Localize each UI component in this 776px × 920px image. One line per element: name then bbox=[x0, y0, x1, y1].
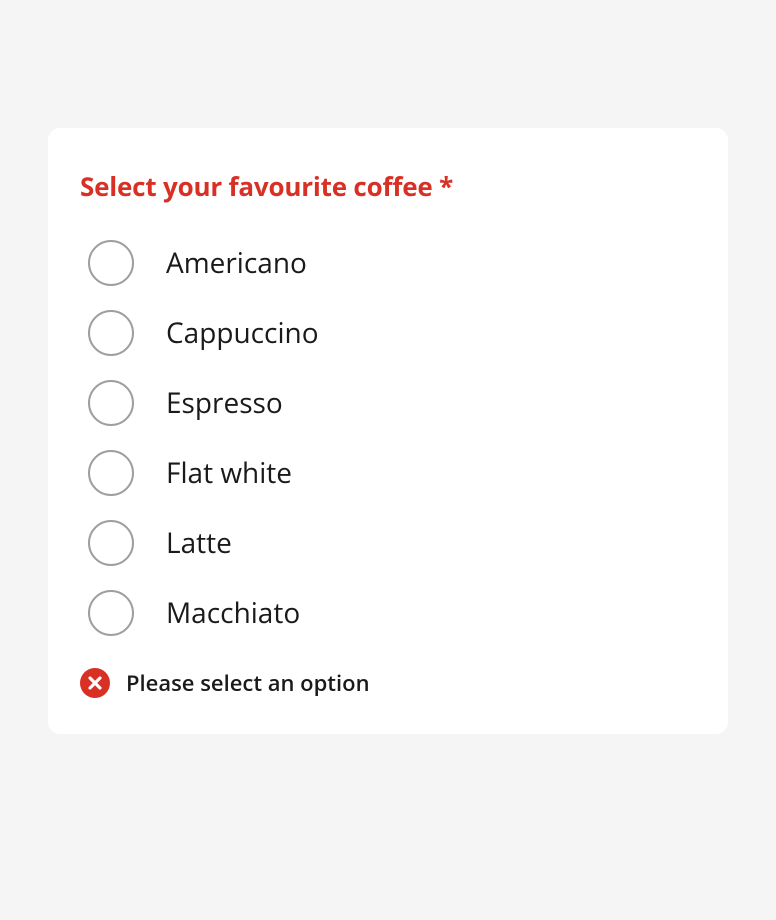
error-text: Please select an option bbox=[126, 668, 370, 698]
radio-option-latte[interactable]: Latte bbox=[88, 520, 696, 566]
radio-circle-icon bbox=[88, 380, 134, 426]
option-label: Macchiato bbox=[166, 594, 300, 632]
radio-circle-icon bbox=[88, 450, 134, 496]
radio-circle-icon bbox=[88, 310, 134, 356]
option-label: Cappuccino bbox=[166, 314, 319, 352]
radio-group: Americano Cappuccino Espresso Flat white… bbox=[80, 240, 696, 636]
field-label: Select your favourite coffee * bbox=[80, 168, 696, 204]
radio-circle-icon bbox=[88, 240, 134, 286]
error-message: Please select an option bbox=[80, 668, 696, 698]
form-card: Select your favourite coffee * Americano… bbox=[48, 128, 728, 734]
radio-option-americano[interactable]: Americano bbox=[88, 240, 696, 286]
option-label: Americano bbox=[166, 244, 307, 282]
radio-option-cappuccino[interactable]: Cappuccino bbox=[88, 310, 696, 356]
radio-option-espresso[interactable]: Espresso bbox=[88, 380, 696, 426]
radio-option-macchiato[interactable]: Macchiato bbox=[88, 590, 696, 636]
radio-circle-icon bbox=[88, 590, 134, 636]
radio-circle-icon bbox=[88, 520, 134, 566]
option-label: Espresso bbox=[166, 384, 283, 422]
option-label: Flat white bbox=[166, 454, 292, 492]
option-label: Latte bbox=[166, 524, 232, 562]
error-icon bbox=[80, 668, 110, 698]
radio-option-flat-white[interactable]: Flat white bbox=[88, 450, 696, 496]
